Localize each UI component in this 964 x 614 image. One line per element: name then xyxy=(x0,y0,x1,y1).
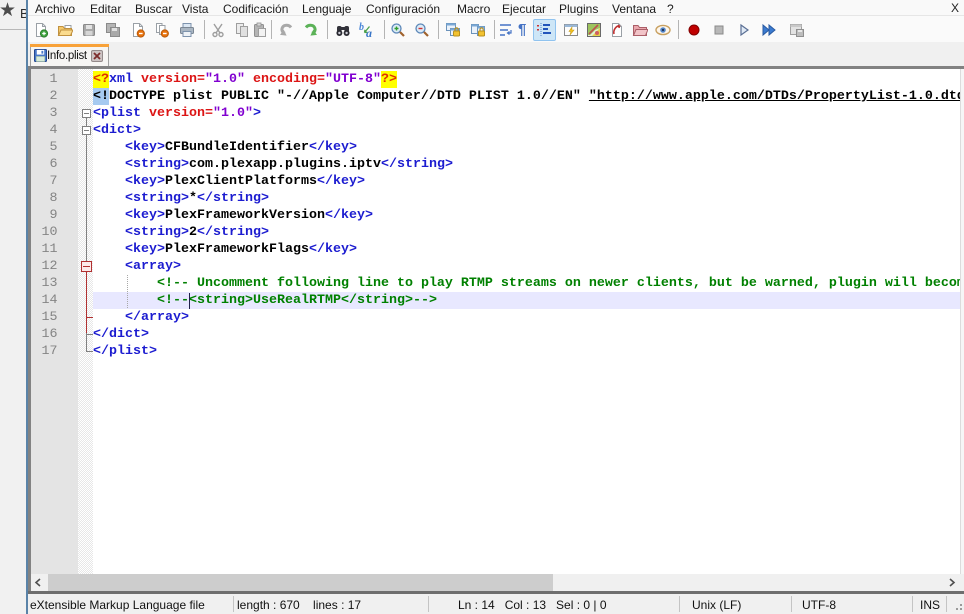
svg-text:b: b xyxy=(359,22,364,33)
